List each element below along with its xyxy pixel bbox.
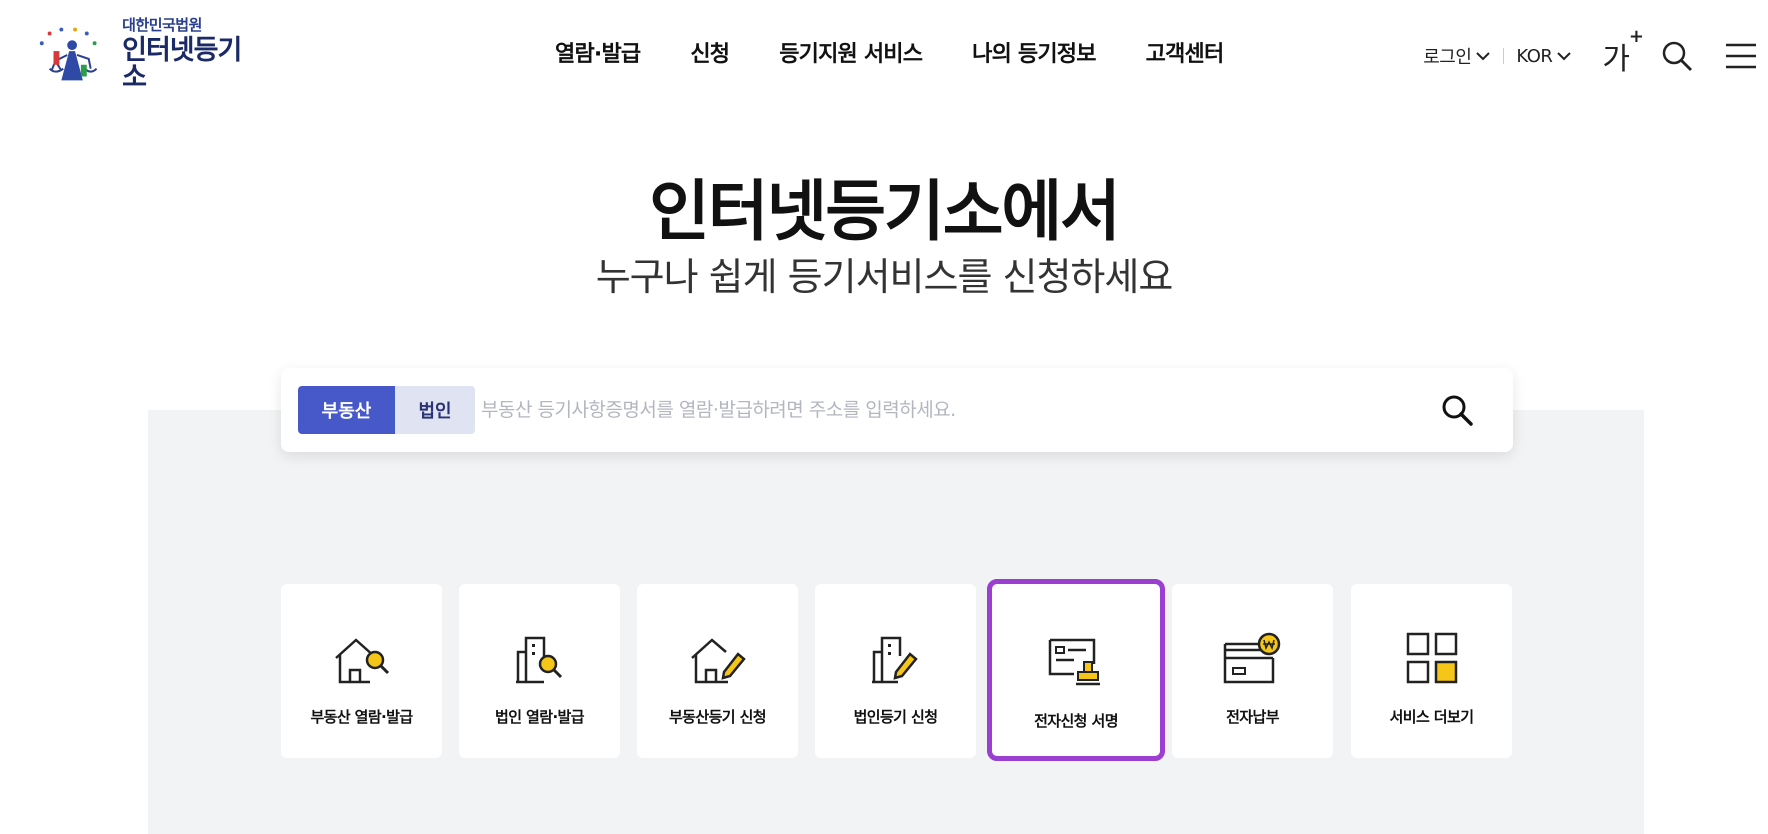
- court-emblem-icon: [39, 27, 98, 81]
- house-search-icon: [334, 638, 389, 684]
- search-input[interactable]: [481, 390, 1381, 430]
- hero-title: 인터넷등기소에서: [649, 173, 1121, 250]
- card-label: 서비스 더보기: [1389, 708, 1474, 726]
- font-size-label: 가: [1602, 42, 1630, 77]
- search-tabs: 부동산 법인: [298, 386, 475, 434]
- search-icon[interactable]: [1660, 39, 1694, 73]
- nav-customer-center[interactable]: 고객센터: [1146, 36, 1225, 68]
- card-label: 전자납부: [1226, 708, 1279, 726]
- language-dropdown[interactable]: KOR: [1516, 46, 1572, 67]
- logo-title: 인터넷등기소: [122, 34, 242, 93]
- card-label: 법인 열람·발급: [495, 708, 585, 726]
- e-signature-icon: [1048, 638, 1100, 686]
- main-nav: 열람·발급 신청 등기지원 서비스 나의 등기정보 고객센터: [555, 36, 1225, 68]
- login-dropdown[interactable]: 로그인: [1423, 43, 1491, 69]
- nav-view-issue[interactable]: 열람·발급: [555, 36, 641, 68]
- logo-subtitle: 대한민국법원: [122, 15, 202, 34]
- card-label: 부동산 열람·발급: [310, 708, 413, 726]
- building-search-icon: [515, 636, 562, 684]
- nav-apply[interactable]: 신청: [690, 36, 730, 68]
- divider: [1503, 48, 1505, 64]
- login-label: 로그인: [1423, 47, 1472, 68]
- chevron-down-icon: [1476, 52, 1491, 61]
- language-label: KOR: [1516, 45, 1553, 67]
- site-header: 대한민국법원 인터넷등기소 열람·발급 신청 등기지원 서비스 나의 등기정보 …: [0, 0, 1768, 100]
- hero-subtitle: 누구나 쉽게 등기서비스를 신청하세요: [595, 255, 1174, 299]
- chevron-down-icon: [1557, 52, 1572, 61]
- card-label: 전자신청 서명: [1034, 712, 1118, 730]
- card-label: 법인등기 신청: [853, 708, 938, 726]
- nav-my-registry[interactable]: 나의 등기정보: [972, 36, 1096, 68]
- search-bar: 부동산 법인: [281, 368, 1513, 452]
- search-icon[interactable]: [1439, 392, 1475, 428]
- tab-real-estate[interactable]: 부동산: [298, 386, 395, 434]
- font-size-plus: +: [1628, 26, 1644, 47]
- service-card-e-signature[interactable]: 전자신청 서명: [987, 579, 1165, 761]
- nav-support-services[interactable]: 등기지원 서비스: [779, 36, 923, 68]
- tab-corporation[interactable]: 법인: [395, 386, 475, 434]
- service-card-real-estate-view[interactable]: 부동산 열람·발급: [281, 584, 442, 758]
- service-card-corp-apply[interactable]: 법인등기 신청: [815, 584, 976, 758]
- hamburger-menu-icon[interactable]: [1724, 39, 1758, 73]
- service-card-corp-view[interactable]: 법인 열람·발급: [459, 584, 620, 758]
- service-card-e-payment[interactable]: 전자납부: [1172, 584, 1333, 758]
- card-label: 부동산등기 신청: [668, 708, 767, 726]
- house-edit-icon: [690, 638, 746, 684]
- building-edit-icon: [871, 636, 918, 684]
- site-logo[interactable]: 대한민국법원 인터넷등기소: [32, 15, 262, 93]
- logo-text: 대한민국법원 인터넷등기소: [122, 15, 262, 93]
- service-card-real-estate-apply[interactable]: 부동산등기 신청: [637, 584, 798, 758]
- e-payment-icon: [1223, 632, 1280, 684]
- service-card-more[interactable]: 서비스 더보기: [1351, 584, 1512, 758]
- grid-more-icon: [1406, 632, 1457, 684]
- font-size-button[interactable]: 가 +: [1602, 26, 1644, 78]
- utility-menu: 로그인 KOR 가 +: [1423, 26, 1758, 78]
